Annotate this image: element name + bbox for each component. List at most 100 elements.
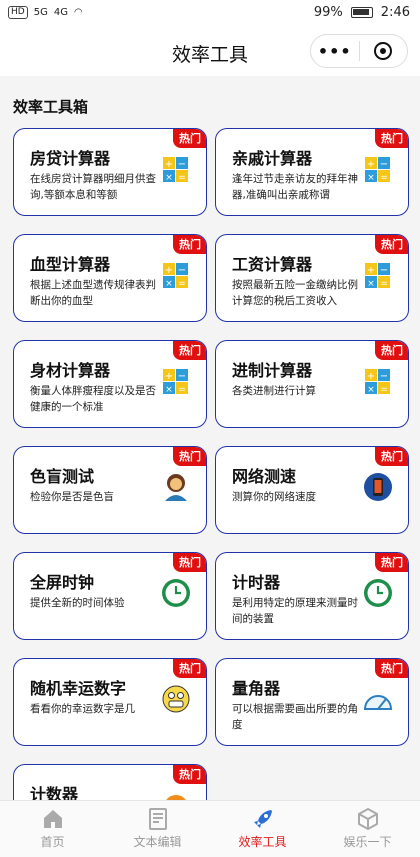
phone-icon xyxy=(362,471,394,503)
status-right: 99% 2:46 xyxy=(314,5,410,20)
status-bar: HD 5G 4G ◠ 99% 2:46 xyxy=(0,0,420,28)
svg-text:×: × xyxy=(165,173,173,183)
tab-label: 娱乐一下 xyxy=(343,835,392,849)
tool-description: 衡量人体胖瘦程度以及是否健康的一个标准 xyxy=(30,385,156,413)
cube-icon xyxy=(356,807,380,831)
svg-text:+: + xyxy=(367,371,375,382)
clock-time: 2:46 xyxy=(380,5,410,20)
section-title: 效率工具箱 xyxy=(13,98,89,116)
hot-badge: 热门 xyxy=(375,553,408,572)
more-button[interactable]: ••• xyxy=(311,42,359,61)
battery-percent: 99% xyxy=(313,5,343,20)
tab-item[interactable]: 首页 xyxy=(0,801,105,857)
tool-name: 全屏时钟 xyxy=(30,573,95,592)
tool-description: 提供全新的时间体验 xyxy=(30,597,125,609)
battery-icon xyxy=(350,7,373,18)
hot-badge: 热门 xyxy=(375,235,408,254)
tool-name: 房贷计算器 xyxy=(30,149,111,168)
tool-card[interactable]: 热门 全屏时钟 提供全新的时间体验 xyxy=(13,552,207,640)
tool-card[interactable]: 热门 色盲测试 检验你是否是色盲 xyxy=(13,446,207,534)
signal-4g: 4G xyxy=(53,7,68,18)
calculator-icon: + − × = xyxy=(362,259,394,291)
tool-card[interactable]: 热门身材计算器衡量人体胖瘦程度以及是否健康的一个标准 + − × = xyxy=(13,340,207,428)
svg-text:+: + xyxy=(367,159,375,170)
main-content[interactable]: 效率工具箱 热门 房贷计算器 在线房贷计算器明细月供查询,等额本息和等额 + − × = 热门… xyxy=(0,76,420,800)
smiley-icon xyxy=(160,683,192,715)
counter-icon xyxy=(160,789,192,800)
tab-label: 首页 xyxy=(40,835,65,849)
tool-card[interactable]: 热门网络测速测算你的网络速度 xyxy=(215,446,409,534)
svg-text:×: × xyxy=(367,385,375,395)
target-icon xyxy=(374,42,393,60)
tool-description: 测算你的网络速度 xyxy=(232,491,316,503)
svg-text:−: − xyxy=(380,265,388,276)
hot-badge: 热门 xyxy=(375,447,408,466)
tool-description: 逢年过节走亲访友的拜年神器,准确叫出亲戚称谓 xyxy=(232,173,358,201)
home-icon xyxy=(41,807,65,831)
tab-label: 效率工具 xyxy=(238,835,287,849)
tab-item[interactable]: 娱乐一下 xyxy=(315,801,420,857)
svg-text:×: × xyxy=(165,385,173,395)
protractor-icon xyxy=(362,683,394,715)
document-icon xyxy=(146,807,170,831)
svg-text:×: × xyxy=(165,279,173,289)
svg-text:×: × xyxy=(367,279,375,289)
clock-icon xyxy=(362,577,394,609)
hot-badge: 热门 xyxy=(375,341,408,360)
svg-text:−: − xyxy=(380,159,388,170)
clock-icon xyxy=(160,577,192,609)
hot-badge: 热门 xyxy=(375,129,408,148)
svg-text:+: + xyxy=(165,371,173,382)
tool-card[interactable]: 热门亲戚计算器逢年过节走亲访友的拜年神器,准确叫出亲戚称谓 + − × = xyxy=(215,128,409,216)
tool-name: 工资计算器 xyxy=(232,255,313,274)
calculator-icon: + − × = xyxy=(362,365,394,397)
tool-name: 血型计算器 xyxy=(30,255,111,274)
person-icon xyxy=(160,471,192,503)
tab-bar: 首页 文本编辑 效率工具 娱乐一下 xyxy=(0,800,420,857)
svg-text:−: − xyxy=(380,371,388,382)
tool-name: 进制计算器 xyxy=(232,361,313,380)
tool-card[interactable]: 热门 计时器 是利用特定的原理来测量时间的装置 xyxy=(215,552,409,640)
navigation-bar: 效率工具 ••• xyxy=(0,28,420,76)
tool-description: 根据上述血型遗传规律表判断出你的血型 xyxy=(30,279,156,307)
status-left: HD 5G 4G ◠ xyxy=(8,6,83,19)
tool-name: 网络测速 xyxy=(232,467,297,486)
hot-badge: 热门 xyxy=(173,235,206,254)
tool-card[interactable]: 热门进制计算器各类进制进行计算 + − × = xyxy=(215,340,409,428)
svg-text:−: − xyxy=(178,159,186,170)
tool-name: 色盲测试 xyxy=(30,467,95,486)
tab-item[interactable]: 文本编辑 xyxy=(105,801,210,857)
tool-card[interactable]: 热门 计数器 xyxy=(13,764,207,800)
tool-card[interactable]: 热门 工资计算器 按照最新五险一金缴纳比例计算您的税后工资收入 + − × = xyxy=(215,234,409,322)
tool-description: 各类进制进行计算 xyxy=(232,385,316,397)
hot-badge: 热门 xyxy=(173,447,206,466)
tool-card[interactable]: 热门 房贷计算器 在线房贷计算器明细月供查询,等额本息和等额 + − × = xyxy=(13,128,207,216)
tool-name: 量角器 xyxy=(232,679,281,698)
calculator-icon: + − × = xyxy=(160,365,192,397)
svg-text:=: = xyxy=(178,173,186,183)
tool-description: 可以根据需要画出所要的角度 xyxy=(232,703,358,731)
close-button[interactable] xyxy=(360,42,408,60)
svg-text:+: + xyxy=(367,265,375,276)
wifi-icon: ◠ xyxy=(73,7,83,18)
calculator-icon: + − × = xyxy=(160,259,192,291)
tool-card[interactable]: 热门 随机幸运数字 看看你的幸运数字是几 xyxy=(13,658,207,746)
signal-5g: 5G xyxy=(33,7,48,18)
hot-badge: 热门 xyxy=(173,129,206,148)
svg-text:=: = xyxy=(380,279,388,289)
tab-item[interactable]: 效率工具 xyxy=(210,801,315,857)
tool-card[interactable]: 热门血型计算器根据上述血型遗传规律表判断出你的血型 + − × = xyxy=(13,234,207,322)
tool-name: 身材计算器 xyxy=(30,361,111,380)
calculator-icon: + − × = xyxy=(362,153,394,185)
mini-program-capsule: ••• xyxy=(310,34,408,68)
svg-text:−: − xyxy=(178,265,186,276)
tool-name: 计时器 xyxy=(232,573,281,592)
svg-text:+: + xyxy=(165,159,173,170)
tool-name: 亲戚计算器 xyxy=(232,149,313,168)
hot-badge: 热门 xyxy=(173,659,206,678)
svg-text:+: + xyxy=(165,265,173,276)
hot-badge: 热门 xyxy=(173,341,206,360)
tool-card[interactable]: 热门 量角器 可以根据需要画出所要的角度 xyxy=(215,658,409,746)
tool-name: 随机幸运数字 xyxy=(30,679,127,698)
calculator-icon: + − × = xyxy=(160,153,192,185)
